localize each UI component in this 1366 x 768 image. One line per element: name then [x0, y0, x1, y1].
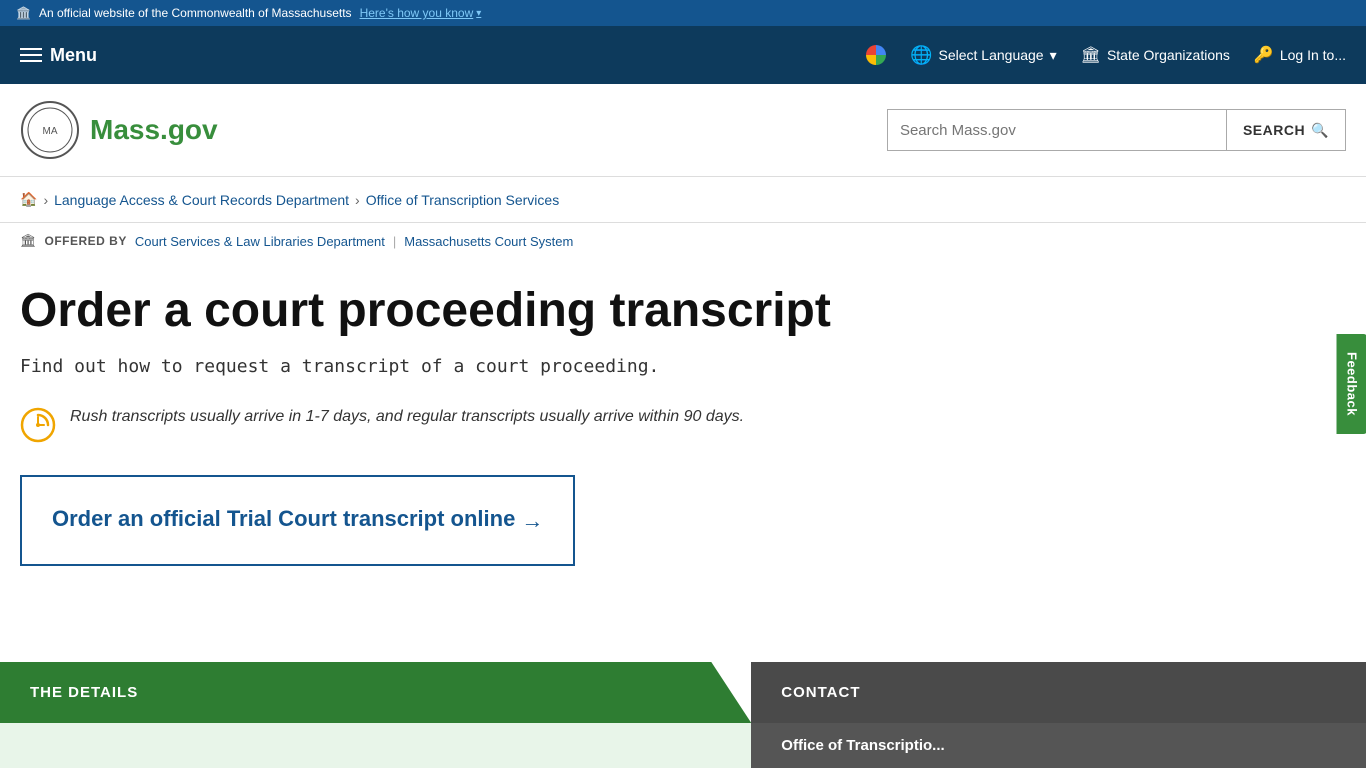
- clock-icon: [20, 407, 56, 443]
- site-header: MA Mass.gov SEARCH 🔍: [0, 84, 1366, 177]
- heres-how-button[interactable]: Here's how you know ▾: [360, 6, 482, 20]
- contact-sub-header: Office of Transcriptio...: [751, 723, 1366, 768]
- seal-icon: 🏛️: [16, 6, 31, 20]
- nav-right: 🌐 Select Language ▾ 🏛 State Organization…: [866, 45, 1346, 66]
- hamburger-icon: [20, 48, 42, 62]
- org-divider: |: [393, 234, 396, 249]
- official-text: An official website of the Commonwealth …: [39, 6, 352, 20]
- breadcrumb-level2[interactable]: Office of Transcription Services: [366, 192, 559, 208]
- cta-card[interactable]: Order an official Trial Court transcript…: [20, 475, 575, 566]
- page-subtitle: Find out how to request a transcript of …: [20, 356, 940, 377]
- arrow-icon: →: [521, 507, 543, 536]
- globe-icon: 🌐: [910, 45, 932, 66]
- nav-bar: Menu 🌐 Select Language ▾ 🏛 State Organiz…: [0, 26, 1366, 84]
- breadcrumb-separator-2: ›: [355, 192, 360, 208]
- search-button[interactable]: SEARCH 🔍: [1227, 109, 1346, 151]
- select-language-button[interactable]: 🌐 Select Language ▾: [910, 45, 1057, 66]
- footer-tabs: THE DETAILS CONTACT Office of Transcript…: [0, 662, 1366, 768]
- org1-link[interactable]: Court Services & Law Libraries Departmen…: [135, 234, 385, 249]
- main-content: Order a court proceeding transcript Find…: [0, 259, 960, 618]
- search-icon: 🔍: [1311, 122, 1329, 139]
- offered-by-label: OFFERED BY: [45, 234, 127, 248]
- home-icon: 🏠: [20, 191, 37, 207]
- page-title: Order a court proceeding transcript: [20, 283, 940, 338]
- breadcrumb-level1[interactable]: Language Access & Court Records Departme…: [54, 192, 349, 208]
- menu-button[interactable]: Menu: [20, 45, 866, 66]
- chevron-down-icon: ▾: [1050, 47, 1057, 64]
- details-tab[interactable]: THE DETAILS: [0, 662, 751, 723]
- chevron-down-icon: ▾: [476, 8, 481, 19]
- building-icon: 🏛: [1081, 45, 1101, 65]
- building-small-icon: 🏛: [20, 233, 37, 249]
- breadcrumb: 🏠 › Language Access & Court Records Depa…: [0, 177, 1366, 223]
- home-link[interactable]: 🏠: [20, 191, 37, 208]
- log-in-button[interactable]: 🔑 Log In to...: [1254, 45, 1346, 65]
- breadcrumb-separator: ›: [43, 192, 48, 208]
- top-banner: 🏛️ An official website of the Commonweal…: [0, 0, 1366, 26]
- info-text: Rush transcripts usually arrive in 1-7 d…: [70, 405, 744, 429]
- state-organizations-button[interactable]: 🏛 State Organizations: [1081, 45, 1230, 65]
- search-input[interactable]: [887, 109, 1227, 151]
- logo-area: MA Mass.gov: [20, 100, 887, 160]
- search-area: SEARCH 🔍: [887, 109, 1346, 151]
- svg-text:MA: MA: [43, 126, 58, 137]
- site-logo-text[interactable]: Mass.gov: [90, 114, 218, 146]
- cta-link[interactable]: Order an official Trial Court transcript…: [52, 505, 543, 536]
- mass-seal-icon: MA: [20, 100, 80, 160]
- google-translate-icon[interactable]: [866, 45, 886, 65]
- login-icon: 🔑: [1254, 45, 1274, 65]
- contact-tab[interactable]: CONTACT: [751, 662, 1366, 723]
- feedback-button[interactable]: Feedback: [1337, 334, 1366, 434]
- org2-link[interactable]: Massachusetts Court System: [404, 234, 573, 249]
- offered-by-bar: 🏛 OFFERED BY Court Services & Law Librar…: [0, 223, 1366, 259]
- info-box: Rush transcripts usually arrive in 1-7 d…: [20, 405, 940, 443]
